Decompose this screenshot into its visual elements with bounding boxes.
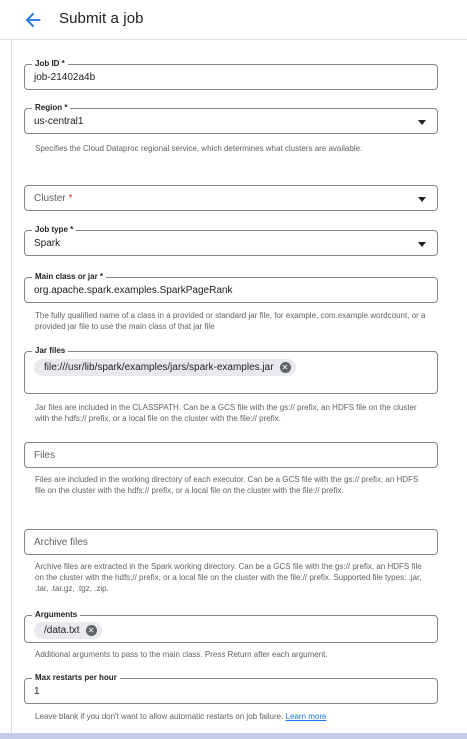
- jar-files-field[interactable]: Jar files file:///usr/lib/spark/examples…: [24, 346, 438, 394]
- job-id-value: job-21402a4b: [34, 72, 96, 83]
- jar-file-chip: file:///usr/lib/spark/examples/jars/spar…: [34, 359, 296, 376]
- main-class-field[interactable]: Main class or jar * org.apache.spark.exa…: [24, 272, 438, 303]
- cancel-circle-icon[interactable]: ✕: [279, 362, 291, 373]
- max-restarts-help-text: Leave blank if you don't want to allow a…: [35, 712, 284, 721]
- main-class-label: Main class or jar *: [32, 272, 107, 282]
- main-class-value: org.apache.spark.examples.SparkPageRank: [34, 285, 233, 296]
- max-restarts-field[interactable]: Max restarts per hour 1: [24, 673, 438, 704]
- jar-files-label: Jar files: [32, 346, 69, 356]
- files-field[interactable]: Files: [24, 442, 438, 468]
- cancel-circle-icon[interactable]: ✕: [85, 625, 97, 636]
- main-class-help: The fully qualified name of a class in a…: [35, 311, 426, 331]
- cluster-placeholder: Cluster *: [34, 193, 73, 204]
- arguments-help: Additional arguments to pass to the main…: [35, 650, 328, 659]
- arguments-label: Arguments: [32, 610, 81, 620]
- page-header: Submit a job: [0, 0, 467, 40]
- left-border: [11, 0, 12, 739]
- job-type-select[interactable]: Job type * Spark: [24, 225, 438, 256]
- max-restarts-value: 1: [34, 686, 40, 697]
- jar-files-help: Jar files are included in the CLASSPATH.…: [35, 403, 417, 423]
- job-type-label: Job type *: [32, 225, 77, 235]
- bottom-bar: [0, 733, 467, 739]
- files-help: Files are included in the working direct…: [35, 475, 419, 495]
- archive-files-field[interactable]: Archive files: [24, 529, 438, 555]
- region-label: Region *: [32, 103, 71, 113]
- cluster-select[interactable]: Cluster *: [24, 185, 438, 211]
- job-id-field[interactable]: Job ID * job-21402a4b: [24, 59, 438, 90]
- archive-files-placeholder: Archive files: [34, 537, 88, 548]
- argument-chip: /data.txt ✕: [34, 622, 102, 639]
- caret-down-icon: [418, 242, 426, 247]
- caret-down-icon: [418, 197, 426, 202]
- files-placeholder: Files: [34, 450, 56, 461]
- arrow-back-icon[interactable]: [22, 9, 44, 31]
- archive-files-help: Archive files are extracted in the Spark…: [35, 562, 422, 593]
- page-title: Submit a job: [59, 10, 144, 27]
- region-help: Specifies the Cloud Dataproc regional se…: [35, 144, 363, 153]
- max-restarts-label: Max restarts per hour: [32, 673, 120, 683]
- region-select[interactable]: Region * us-central1: [24, 103, 438, 134]
- job-id-label: Job ID *: [32, 59, 68, 69]
- caret-down-icon: [418, 120, 426, 125]
- region-value: us-central1: [34, 116, 84, 127]
- max-restarts-help: Leave blank if you don't want to allow a…: [35, 711, 430, 722]
- arguments-field[interactable]: Arguments /data.txt ✕: [24, 610, 438, 643]
- learn-more-link[interactable]: Learn more: [286, 712, 327, 721]
- job-type-value: Spark: [34, 238, 61, 249]
